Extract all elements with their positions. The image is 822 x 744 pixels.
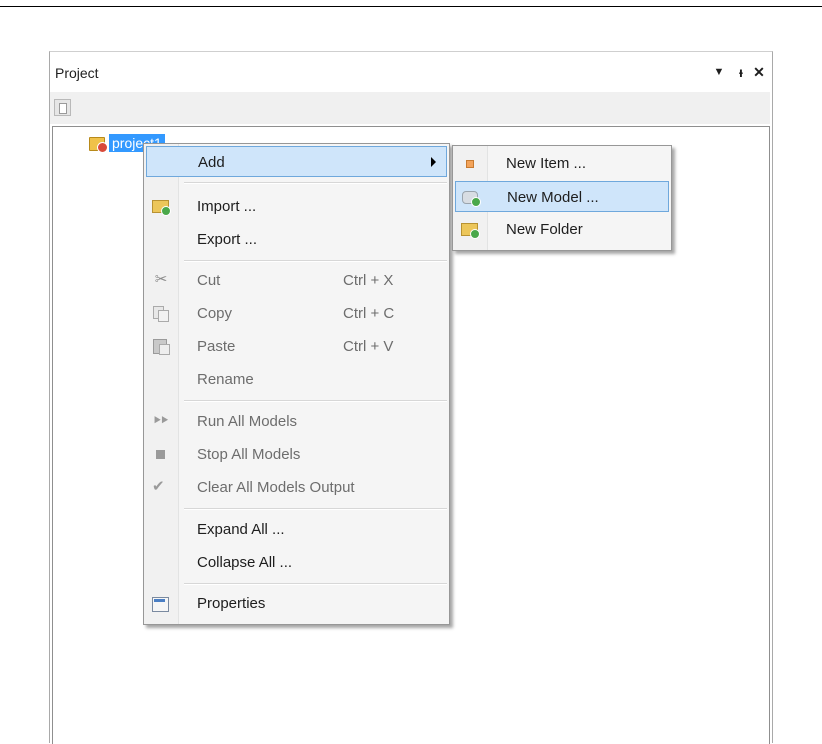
menu-item-export[interactable]: Export ... [146, 224, 447, 255]
menu-item-new-model[interactable]: New Model ... [455, 181, 669, 212]
panel-header: Project ▼ ᵼ ✕ [50, 52, 772, 92]
import-folder-icon [152, 198, 171, 216]
stop-icon [152, 446, 170, 462]
clear-icon: ✔ [152, 478, 165, 495]
menu-item-shortcut: Ctrl + X [343, 272, 394, 289]
menu-item-run-all-models[interactable]: ⯈⯈ Run All Models [146, 406, 447, 437]
panel-title: Project [55, 65, 99, 81]
menu-item-paste[interactable]: Paste Ctrl + V [146, 331, 447, 362]
menu-item-label: Rename [197, 371, 254, 388]
add-submenu: New Item ... New Model ... New Folder [452, 145, 672, 251]
menu-separator [184, 182, 447, 184]
menu-item-properties[interactable]: Properties [146, 588, 447, 619]
panel-toolbar [50, 92, 770, 124]
menu-item-new-item[interactable]: New Item ... [455, 148, 669, 179]
new-folder-icon [461, 221, 480, 239]
project-icon [89, 134, 108, 153]
menu-item-copy[interactable]: Copy Ctrl + C [146, 298, 447, 329]
paste-icon [152, 338, 170, 355]
scissors-icon: ✂ [154, 271, 168, 288]
menu-item-import[interactable]: Import ... [146, 191, 447, 222]
menu-item-expand-all[interactable]: Expand All ... [146, 514, 447, 545]
menu-item-shortcut: Ctrl + V [343, 338, 394, 355]
context-menu: Add Import ... Export ... ✂ Cut Ctrl + X… [143, 143, 450, 625]
menu-item-label: Add [198, 154, 225, 171]
menu-separator [184, 583, 447, 585]
menu-item-rename[interactable]: Rename [146, 364, 447, 395]
menu-separator [184, 260, 447, 262]
menu-item-label: Run All Models [197, 413, 298, 430]
new-item-icon [461, 155, 479, 171]
pin-icon[interactable]: ᵼ [732, 62, 750, 82]
menu-item-add[interactable]: Add [146, 146, 447, 177]
menu-item-shortcut: Ctrl + C [343, 305, 395, 322]
menu-item-label: Import ... [197, 198, 257, 215]
menu-item-stop-all-models[interactable]: Stop All Models [146, 439, 447, 470]
submenu-arrow-icon [431, 157, 436, 167]
menu-separator [184, 508, 447, 510]
menu-item-label: New Model ... [507, 189, 599, 206]
menu-item-label: Expand All ... [197, 521, 285, 538]
new-model-icon [462, 189, 481, 207]
collapse-icon[interactable] [54, 99, 71, 116]
menu-item-label: Copy [197, 305, 233, 322]
menu-item-label: Export ... [197, 231, 258, 248]
copy-icon [152, 305, 170, 322]
menu-item-clear-all-models-output[interactable]: ✔ Clear All Models Output [146, 472, 447, 503]
close-icon[interactable]: ✕ [750, 62, 768, 82]
menu-item-collapse-all[interactable]: Collapse All ... [146, 547, 447, 578]
top-border [0, 6, 822, 7]
menu-separator [184, 400, 447, 402]
menu-item-new-folder[interactable]: New Folder [455, 214, 669, 245]
menu-item-label: Cut [197, 272, 221, 289]
menu-item-label: New Folder [506, 221, 583, 238]
menu-item-cut[interactable]: ✂ Cut Ctrl + X [146, 265, 447, 296]
properties-icon [152, 595, 170, 612]
menu-item-label: Paste [197, 338, 236, 355]
dropdown-arrow-icon[interactable]: ▼ [710, 62, 728, 82]
run-icon: ⯈⯈ [152, 413, 170, 428]
menu-item-label: Stop All Models [197, 446, 301, 463]
menu-item-label: Collapse All ... [197, 554, 293, 571]
menu-item-label: Clear All Models Output [197, 479, 355, 496]
menu-item-label: Properties [197, 595, 266, 612]
menu-item-label: New Item ... [506, 155, 587, 172]
